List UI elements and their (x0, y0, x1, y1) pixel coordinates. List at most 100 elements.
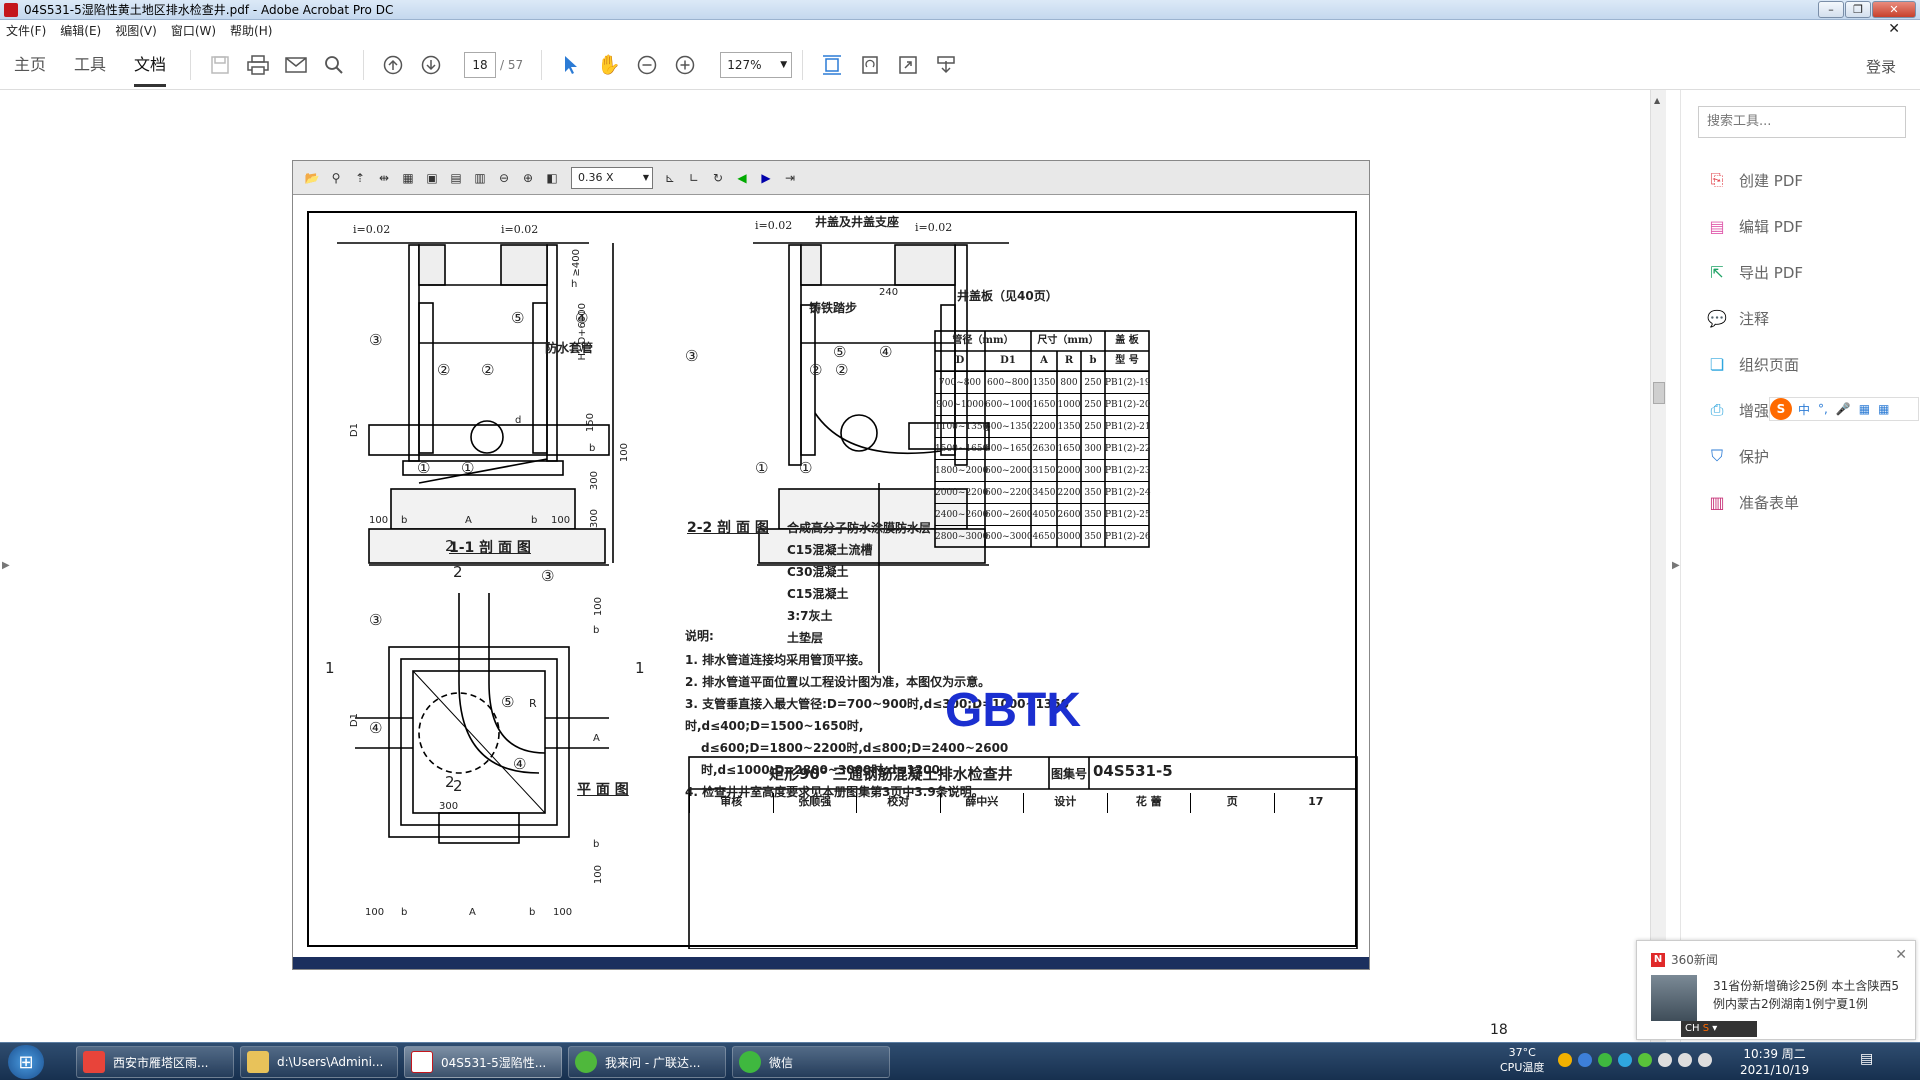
close-button[interactable]: ✕ (1872, 1, 1916, 18)
edit-pdf-tool[interactable]: ▤ 编辑 PDF (1707, 214, 1803, 238)
image-icon[interactable]: ▤ (445, 167, 467, 189)
tab-tools[interactable]: 工具 (60, 40, 120, 90)
taskbar-item[interactable]: 微信 (732, 1046, 890, 1078)
menu-edit[interactable]: 编辑(E) (60, 22, 101, 39)
tab-document[interactable]: 文档 (120, 40, 180, 90)
measure-icon[interactable]: ⊾ (659, 167, 681, 189)
microphone-icon[interactable]: 🎤 (1836, 402, 1851, 416)
grid-icon[interactable]: ▦ (397, 167, 419, 189)
shield-icon[interactable] (1578, 1053, 1592, 1067)
select-tool-icon[interactable] (554, 48, 588, 82)
news-brand-label: 360新闻 (1671, 953, 1718, 967)
fit-page-icon[interactable] (815, 48, 849, 82)
maximize-button[interactable]: ❐ (1845, 1, 1871, 18)
upload-icon[interactable]: ⇡ (349, 167, 371, 189)
callout-label: 2 (453, 777, 463, 795)
minimize-button[interactable]: – (1818, 1, 1844, 18)
left-panel-toggle-icon[interactable]: ▶ (2, 560, 10, 571)
taskbar-item[interactable]: 我来问 - 广联达... (568, 1046, 726, 1078)
full-screen-icon[interactable] (891, 48, 925, 82)
ime-language-bar[interactable]: CH S ▾ (1681, 1021, 1757, 1037)
close-document-icon[interactable]: ✕ (1888, 21, 1900, 37)
clock[interactable]: 10:39 周二 2021/10/19 (1740, 1046, 1809, 1078)
menu-view[interactable]: 视图(V) (115, 22, 157, 39)
tray-icon[interactable] (1638, 1053, 1652, 1067)
table-cell: 2400~2600 (935, 503, 988, 525)
tab-home[interactable]: 主页 (0, 40, 60, 90)
keyboard-icon[interactable]: ▦ (1859, 402, 1870, 416)
menu-help[interactable]: 帮助(H) (230, 22, 272, 39)
document-icon[interactable]: ▥ (469, 167, 491, 189)
news-headline[interactable]: 31省份新增确诊25例 本土含陕西5例内蒙古2例湖南1例宁夏1例 (1713, 977, 1903, 1013)
binoculars-icon[interactable]: ⚲ (325, 167, 347, 189)
angle-icon[interactable]: ∟ (683, 167, 705, 189)
right-panel-toggle-icon[interactable]: ▶ (1672, 560, 1680, 571)
save-icon[interactable] (203, 48, 237, 82)
tray-icon[interactable] (1558, 1053, 1572, 1067)
callout-label: ④ (575, 309, 589, 327)
wechat-icon[interactable] (1598, 1053, 1612, 1067)
table-cell: 1350 (1057, 415, 1081, 437)
next-page-icon[interactable] (414, 48, 448, 82)
tray-icon[interactable] (1658, 1053, 1672, 1067)
download-icon[interactable] (929, 48, 963, 82)
apps-icon[interactable]: ▦ (1878, 402, 1889, 416)
ime-chinese-toggle[interactable]: 中 (1798, 401, 1810, 418)
tray-icon[interactable] (1618, 1053, 1632, 1067)
login-link[interactable]: 登录 (1866, 56, 1896, 77)
create-pdf-tool[interactable]: ⎘ 创建 PDF (1707, 168, 1803, 192)
marker-icon[interactable]: ◧ (541, 167, 563, 189)
fit-width-icon[interactable]: ⇹ (373, 167, 395, 189)
prepare-form-tool[interactable]: ▥ 准备表单 (1707, 490, 1799, 514)
table-cell: 2630 (1031, 437, 1057, 459)
viewer-zoom-select[interactable]: 0.36 X ▼ (571, 166, 653, 189)
exit-icon[interactable]: ⇥ (779, 167, 801, 189)
table-cell: PB1(2)-20 (1105, 393, 1151, 415)
taskbar-item[interactable]: 04S531-5湿陷性... (404, 1046, 562, 1078)
vertical-scrollbar[interactable]: ▲ (1650, 90, 1666, 1042)
print-icon[interactable] (241, 48, 275, 82)
zoom-level-select[interactable]: 127% ▼ (720, 51, 793, 78)
news-thumbnail[interactable] (1651, 975, 1697, 1021)
volume-icon[interactable] (1698, 1053, 1712, 1067)
scroll-up-icon[interactable]: ▲ (1654, 96, 1660, 105)
hand-tool-icon[interactable]: ✋ (592, 48, 626, 82)
zoom-out-icon[interactable] (630, 48, 664, 82)
zoom-in-icon[interactable]: ⊕ (517, 167, 539, 189)
rotate-page-icon[interactable] (853, 48, 887, 82)
previous-icon[interactable]: ◀ (731, 167, 753, 189)
zoom-in-icon[interactable] (668, 48, 702, 82)
zoom-out-icon[interactable]: ⊖ (493, 167, 515, 189)
email-icon[interactable] (279, 48, 313, 82)
start-button[interactable]: ⊞ (8, 1045, 44, 1079)
sogou-icon[interactable]: S (1770, 398, 1792, 420)
menu-window[interactable]: 窗口(W) (171, 22, 216, 39)
close-icon[interactable]: ✕ (1895, 947, 1907, 963)
ime-toolbar[interactable]: S 中 °, 🎤 ▦ ▦ (1769, 397, 1919, 421)
cpu-temperature[interactable]: 37°C CPU温度 (1500, 1046, 1544, 1075)
network-icon[interactable] (1678, 1053, 1692, 1067)
slope-label: i=0.02 (353, 223, 391, 236)
previous-page-icon[interactable] (376, 48, 410, 82)
menu-file[interactable]: 文件(F) (6, 22, 46, 39)
ime-punctuation-toggle[interactable]: °, (1818, 402, 1828, 416)
page-number-input[interactable]: 18 (464, 51, 497, 78)
callout-label: ③ (541, 567, 555, 585)
search-icon[interactable] (317, 48, 351, 82)
open-icon[interactable]: 📂 (301, 167, 323, 189)
refresh-icon[interactable]: ↻ (707, 167, 729, 189)
news-popup[interactable]: N 360新闻 ✕ 31省份新增确诊25例 本土含陕西5例内蒙古2例湖南1例宁夏1… (1636, 940, 1916, 1040)
comment-tool[interactable]: 💬 注释 (1707, 306, 1769, 330)
drawing-name: 矩形90° 三通钢筋混凝土排水检查井 (769, 765, 1013, 783)
action-center-icon[interactable]: ▤ (1860, 1051, 1873, 1067)
search-tools-input[interactable]: 搜索工具... (1698, 106, 1906, 138)
organize-pages-tool[interactable]: ❏ 组织页面 (1707, 352, 1799, 376)
taskbar-item[interactable]: d:\Users\Admini... (240, 1046, 398, 1078)
taskbar-item[interactable]: 西安市雁塔区雨... (76, 1046, 234, 1078)
protect-tool[interactable]: ⛉ 保护 (1707, 444, 1769, 468)
next-icon[interactable]: ▶ (755, 167, 777, 189)
layers-icon[interactable]: ▣ (421, 167, 443, 189)
pdf-page: 📂 ⚲ ⇡ ⇹ ▦ ▣ ▤ ▥ ⊖ ⊕ ◧ 0.36 X ▼ ⊾ ∟ ↻ ◀ ▶ … (292, 160, 1370, 970)
scrollbar-thumb[interactable] (1653, 382, 1665, 404)
export-pdf-tool[interactable]: ⇱ 导出 PDF (1707, 260, 1803, 284)
